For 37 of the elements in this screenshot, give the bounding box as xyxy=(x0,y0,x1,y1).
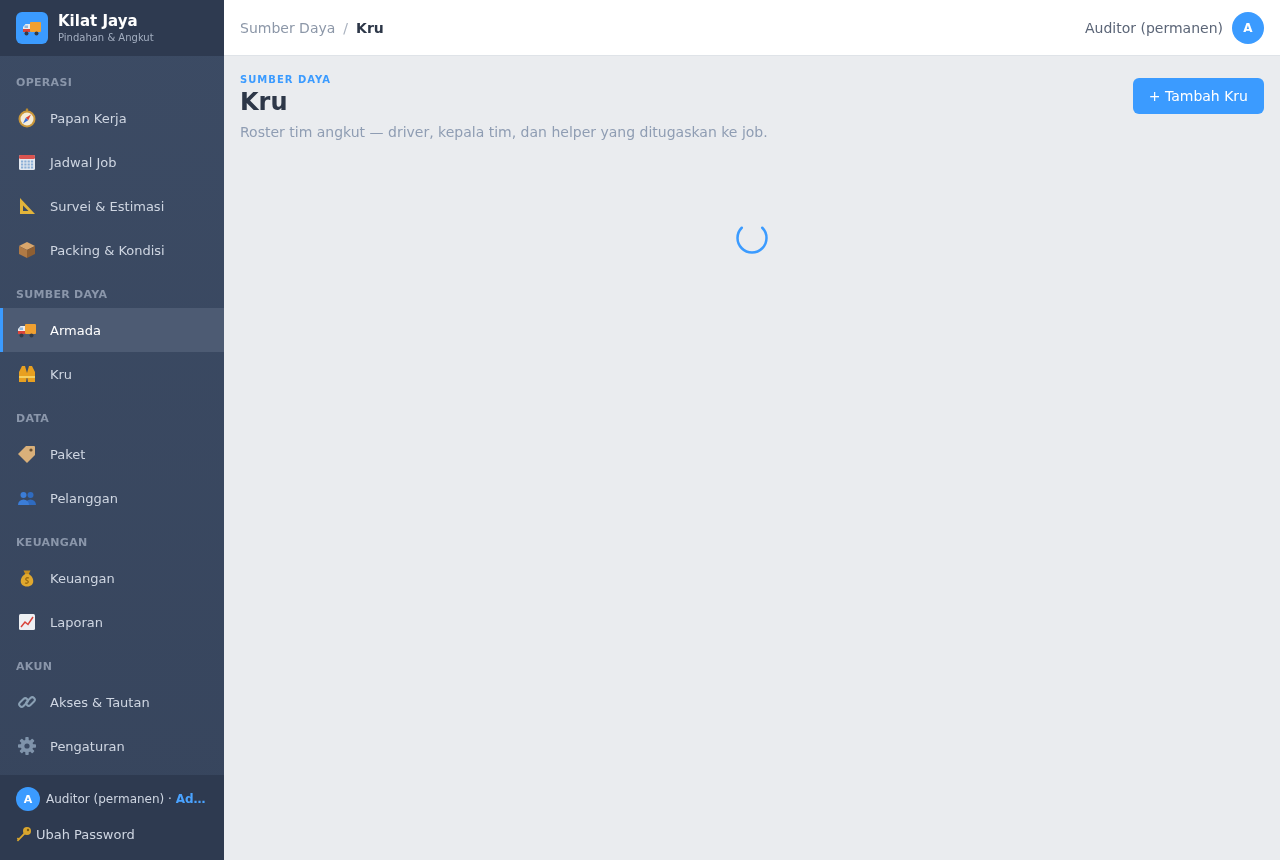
nav-section-title: KEUANGAN xyxy=(16,536,88,550)
nav-item[interactable]: Pelanggan xyxy=(0,476,224,520)
nav-item[interactable]: Akses & Tautan xyxy=(0,680,224,724)
nav-item[interactable]: Armada xyxy=(0,308,224,352)
nav-section-title: AKUN xyxy=(16,660,53,674)
nav-item[interactable]: Pengaturan xyxy=(0,724,224,768)
brand-tagline: Pindahan & Angkut xyxy=(58,31,154,44)
nav-item[interactable]: Kru xyxy=(0,352,224,396)
truck-logo-icon xyxy=(16,12,48,44)
user-avatar: A xyxy=(16,787,40,811)
page-subtitle: Roster tim angkut — driver, kepala tim, dan helper yang ditugaskan ke job. xyxy=(240,123,768,141)
user-role-text: Auditor (permanen) · Ad… xyxy=(46,792,206,806)
settings-icon xyxy=(17,736,37,756)
nav-item[interactable]: Jadwal Job xyxy=(0,140,224,184)
breadcrumb-current[interactable]: Kru xyxy=(356,19,384,36)
brand-name: Kilat Jaya xyxy=(58,12,139,30)
price-tag-icon xyxy=(17,444,37,464)
nav-section-title: DATA xyxy=(16,412,50,426)
breadcrumb-separator: / xyxy=(343,19,349,36)
calendar-icon xyxy=(17,152,37,172)
user-name: Auditor (permanen) xyxy=(1085,19,1223,36)
nav-item[interactable]: Keuangan xyxy=(0,556,224,600)
nav-item[interactable]: Survei & Estimasi xyxy=(0,184,224,228)
nav-item[interactable]: Packing & Kondisi xyxy=(0,228,224,272)
nav-item[interactable]: Papan Kerja xyxy=(0,96,224,140)
nav-item[interactable]: Laporan xyxy=(0,600,224,644)
key-icon xyxy=(16,826,32,842)
page-eyebrow: SUMBER DAYA xyxy=(240,73,331,86)
cardboard-box-icon xyxy=(17,240,37,260)
change-password-link[interactable]: Ubah Password xyxy=(16,826,135,842)
page-title: Kru xyxy=(240,87,288,117)
line-chart-icon xyxy=(17,612,37,632)
nav-section-title: OPERASI xyxy=(16,76,73,90)
nav-item[interactable]: Paket xyxy=(0,432,224,476)
compass-icon xyxy=(17,108,37,128)
nav-section-title: SUMBER DAYA xyxy=(16,288,108,302)
safety-vest-icon xyxy=(17,364,37,384)
